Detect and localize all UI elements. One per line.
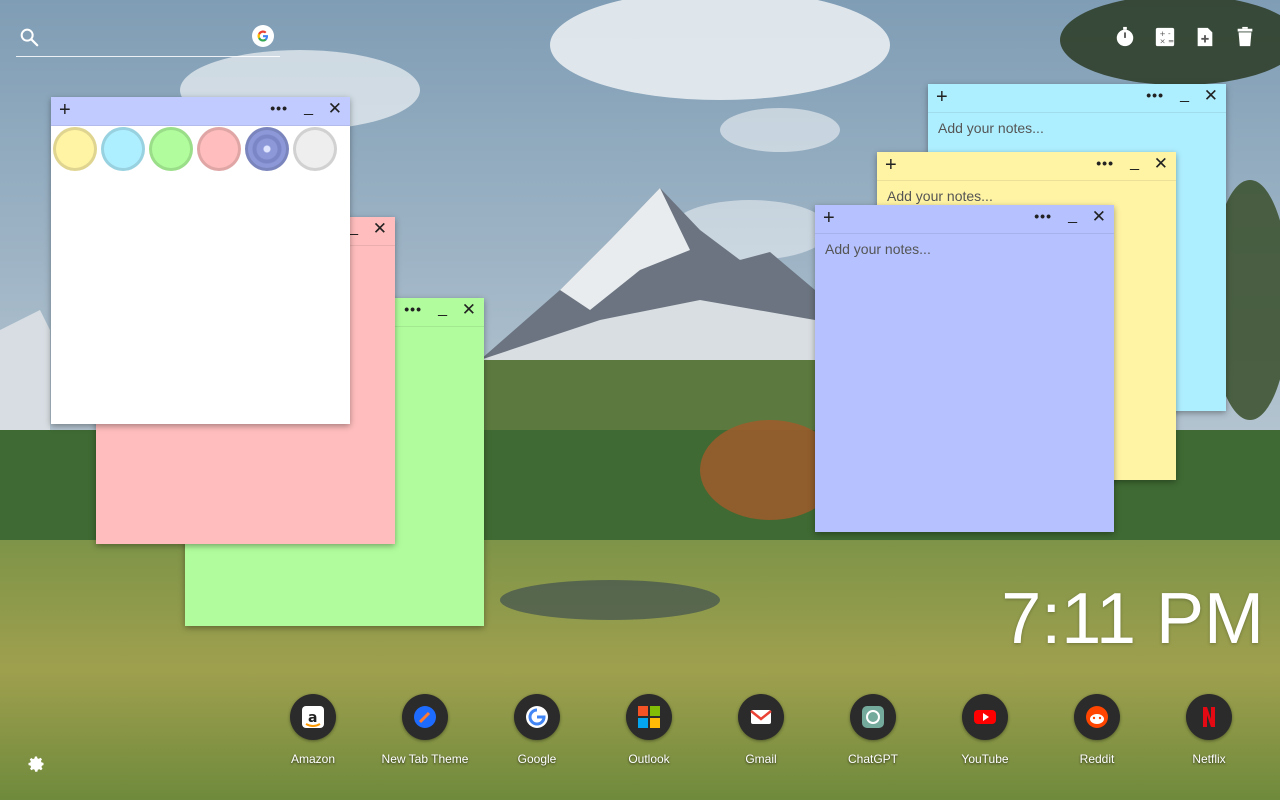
- note-text-area[interactable]: [59, 179, 342, 416]
- search-icon[interactable]: [18, 26, 40, 48]
- add-note-button[interactable]: +: [936, 86, 948, 108]
- color-swatch-white[interactable]: [293, 127, 337, 171]
- shortcut-label: Reddit: [1079, 752, 1115, 766]
- shortcut-gmail[interactable]: Gmail: [705, 694, 817, 766]
- minimize-button[interactable]: _: [349, 219, 358, 237]
- add-note-button[interactable]: +: [885, 154, 897, 176]
- add-note-button[interactable]: +: [59, 99, 71, 121]
- shortcut-new-tab-theme[interactable]: New Tab Theme: [369, 694, 481, 766]
- color-picker: [53, 127, 337, 171]
- shortcut-label: Netflix: [1192, 752, 1226, 766]
- gmail-icon: [750, 710, 772, 724]
- clock: 7:11 PM: [1001, 579, 1264, 659]
- color-swatch-yellow[interactable]: [53, 127, 97, 171]
- close-button[interactable]: ✕: [1154, 155, 1168, 173]
- minimize-button[interactable]: _: [304, 99, 313, 117]
- minimize-button[interactable]: _: [1180, 86, 1189, 104]
- shortcut-amazon[interactable]: a Amazon: [257, 694, 369, 766]
- minimize-button[interactable]: _: [438, 300, 447, 318]
- timer-icon[interactable]: [1114, 26, 1136, 48]
- search-bar: [16, 22, 280, 57]
- close-button[interactable]: ✕: [373, 220, 387, 238]
- color-swatch-pink[interactable]: [197, 127, 241, 171]
- amazon-icon: a: [302, 706, 324, 728]
- sticky-note-white[interactable]: + ••• _ ✕: [51, 97, 350, 424]
- shortcut-label: Google: [517, 752, 557, 766]
- chatgpt-icon: [862, 706, 884, 728]
- close-button[interactable]: ✕: [1204, 87, 1218, 105]
- calculator-icon[interactable]: + - × =: [1154, 26, 1176, 48]
- close-button[interactable]: ✕: [1092, 208, 1106, 226]
- shortcut-label: Outlook: [628, 752, 670, 766]
- shortcut-label: New Tab Theme: [381, 752, 469, 766]
- more-options-button[interactable]: •••: [404, 301, 422, 317]
- close-button[interactable]: ✕: [462, 301, 476, 319]
- color-swatch-blue[interactable]: [101, 127, 145, 171]
- netflix-icon: [1203, 707, 1215, 727]
- search-input[interactable]: [48, 26, 252, 52]
- minimize-button[interactable]: _: [1130, 154, 1139, 172]
- minimize-button[interactable]: _: [1068, 207, 1077, 225]
- more-options-button[interactable]: •••: [1034, 208, 1052, 224]
- shortcut-label: Gmail: [745, 752, 777, 766]
- more-options-button[interactable]: •••: [1096, 155, 1114, 171]
- shortcut-label: Amazon: [290, 752, 336, 766]
- shortcut-netflix[interactable]: Netflix: [1153, 694, 1265, 766]
- new-tab-theme-icon: [414, 706, 436, 728]
- more-options-button[interactable]: •••: [1146, 87, 1164, 103]
- note-header: + ••• _ ✕: [51, 97, 350, 126]
- shortcut-reddit[interactable]: Reddit: [1041, 694, 1153, 766]
- color-swatch-periwinkle[interactable]: [245, 127, 289, 171]
- shortcut-google[interactable]: Google: [481, 694, 593, 766]
- note-header: + ••• _ ✕: [877, 152, 1176, 181]
- youtube-icon: [974, 710, 996, 724]
- shortcut-outlook[interactable]: Outlook: [593, 694, 705, 766]
- outlook-icon: [638, 706, 660, 728]
- close-button[interactable]: ✕: [328, 100, 342, 118]
- shortcut-label: ChatGPT: [847, 752, 898, 766]
- sticky-note-periwinkle[interactable]: + ••• _ ✕: [815, 205, 1114, 532]
- svg-text:a: a: [308, 710, 317, 726]
- add-note-button[interactable]: +: [823, 207, 835, 229]
- note-header: + ••• _ ✕: [928, 84, 1226, 113]
- settings-gear-icon[interactable]: [26, 754, 46, 774]
- shortcut-label: YouTube: [961, 752, 1009, 766]
- trash-icon[interactable]: [1234, 26, 1256, 48]
- color-swatch-green[interactable]: [149, 127, 193, 171]
- shortcut-chatgpt[interactable]: ChatGPT: [817, 694, 929, 766]
- more-options-button[interactable]: •••: [270, 100, 288, 116]
- google-search-icon[interactable]: [252, 25, 274, 47]
- svg-text:× =: × =: [1160, 36, 1175, 45]
- reddit-icon: [1086, 706, 1108, 728]
- top-toolbar: + - × =: [1114, 26, 1256, 48]
- note-text-area[interactable]: [823, 239, 1106, 524]
- new-note-icon[interactable]: [1194, 26, 1216, 48]
- shortcut-youtube[interactable]: YouTube: [929, 694, 1041, 766]
- note-header: + ••• _ ✕: [815, 205, 1114, 234]
- google-icon: [526, 706, 548, 728]
